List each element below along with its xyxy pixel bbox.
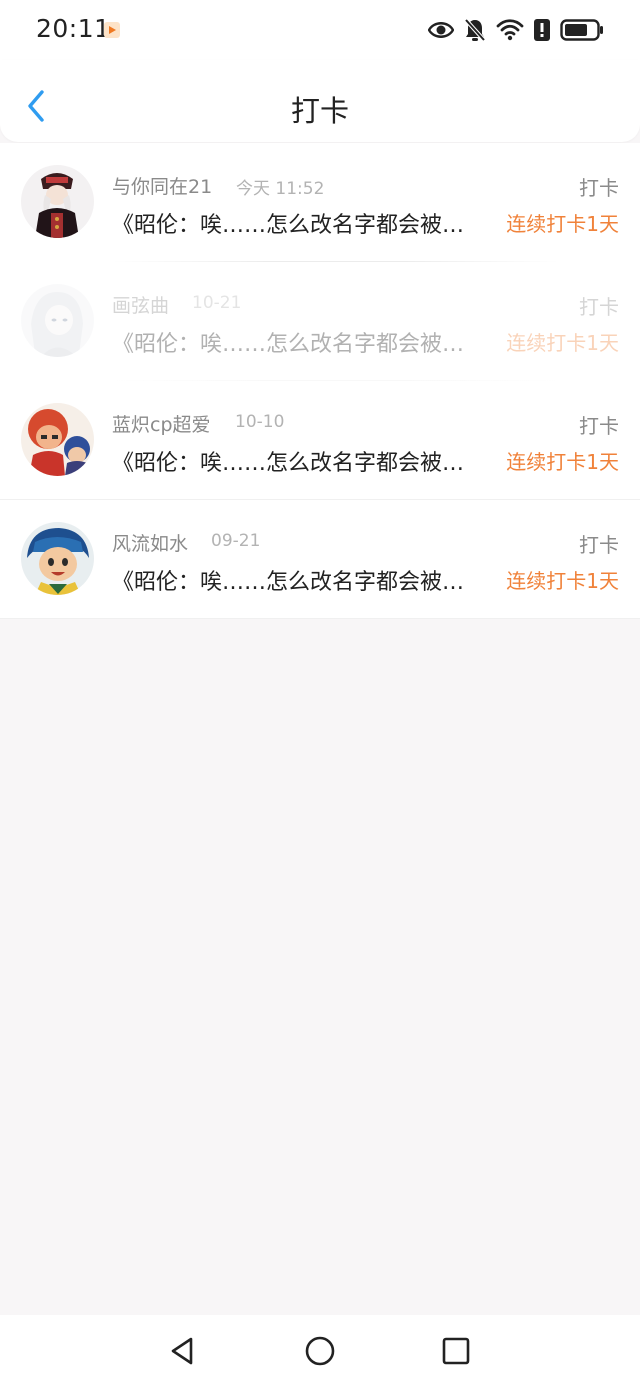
avatar-image [21,284,94,357]
wifi-icon [496,19,524,41]
avatar[interactable] [21,165,94,238]
avatar[interactable] [21,522,94,595]
avatar[interactable] [21,403,94,476]
nav-home-button[interactable] [304,1335,336,1367]
status-bar: 20:11 [0,0,640,60]
avatar-image [21,165,94,238]
alert-icon [534,19,550,41]
status-time: 20:11 [36,14,111,43]
list-item[interactable]: 蓝炽cp超爱 10-10 打卡 《昭伦：唉……怎么改名字都会被… 连续打卡1天 [0,381,640,500]
post-content: 《昭伦：唉……怎么改名字都会被… [112,451,465,476]
list-item[interactable]: 画弦曲 10-21 打卡 《昭伦：唉……怎么改名字都会被… 连续打卡1天 [0,262,640,381]
user-name[interactable]: 蓝炽cp超爱 [112,410,211,437]
back-triangle-icon [171,1337,193,1365]
checkin-tag: 打卡 [579,533,619,557]
streak-label: 连续打卡1天 [506,331,619,355]
post-date: 今天 11:52 [236,179,325,199]
status-icons [428,16,604,44]
home-circle-icon [305,1336,335,1366]
streak-label: 连续打卡1天 [506,569,619,593]
list-item[interactable]: 与你同在21 今天 11:52 打卡 《昭伦：唉……怎么改名字都会被… 连续打卡… [0,143,640,262]
list-item[interactable]: 风流如水 09-21 打卡 《昭伦：唉……怎么改名字都会被… 连续打卡1天 [0,500,640,619]
eye-icon [428,22,454,38]
header: 打卡 [0,60,640,142]
user-name[interactable]: 风流如水 [112,529,188,556]
nav-recents-button[interactable] [440,1335,472,1367]
post-content: 《昭伦：唉……怎么改名字都会被… [112,570,465,595]
streak-label: 连续打卡1天 [506,450,619,474]
mute-icon [464,18,486,42]
recents-square-icon [442,1337,470,1365]
post-content: 《昭伦：唉……怎么改名字都会被… [112,332,465,357]
divider [0,618,640,619]
post-date: 10-21 [192,293,242,313]
user-name[interactable]: 与你同在21 [112,172,212,199]
page-title: 打卡 [290,94,349,128]
avatar-image [21,403,94,476]
system-nav-bar [0,1315,640,1387]
video-app-indicator-icon [104,22,120,38]
streak-label: 连续打卡1天 [506,212,619,236]
battery-icon [560,19,603,41]
checkin-tag: 打卡 [579,295,619,319]
checkin-tag: 打卡 [579,414,619,438]
user-name[interactable]: 画弦曲 [112,291,169,318]
post-content: 《昭伦：唉……怎么改名字都会被… [112,213,465,238]
post-date: 10-10 [235,412,285,432]
checkin-tag: 打卡 [579,176,619,200]
avatar[interactable] [21,284,94,357]
checkin-list: 与你同在21 今天 11:52 打卡 《昭伦：唉……怎么改名字都会被… 连续打卡… [0,143,640,619]
avatar-image [21,522,94,595]
nav-back-button[interactable] [167,1335,199,1367]
post-date: 09-21 [211,531,261,551]
